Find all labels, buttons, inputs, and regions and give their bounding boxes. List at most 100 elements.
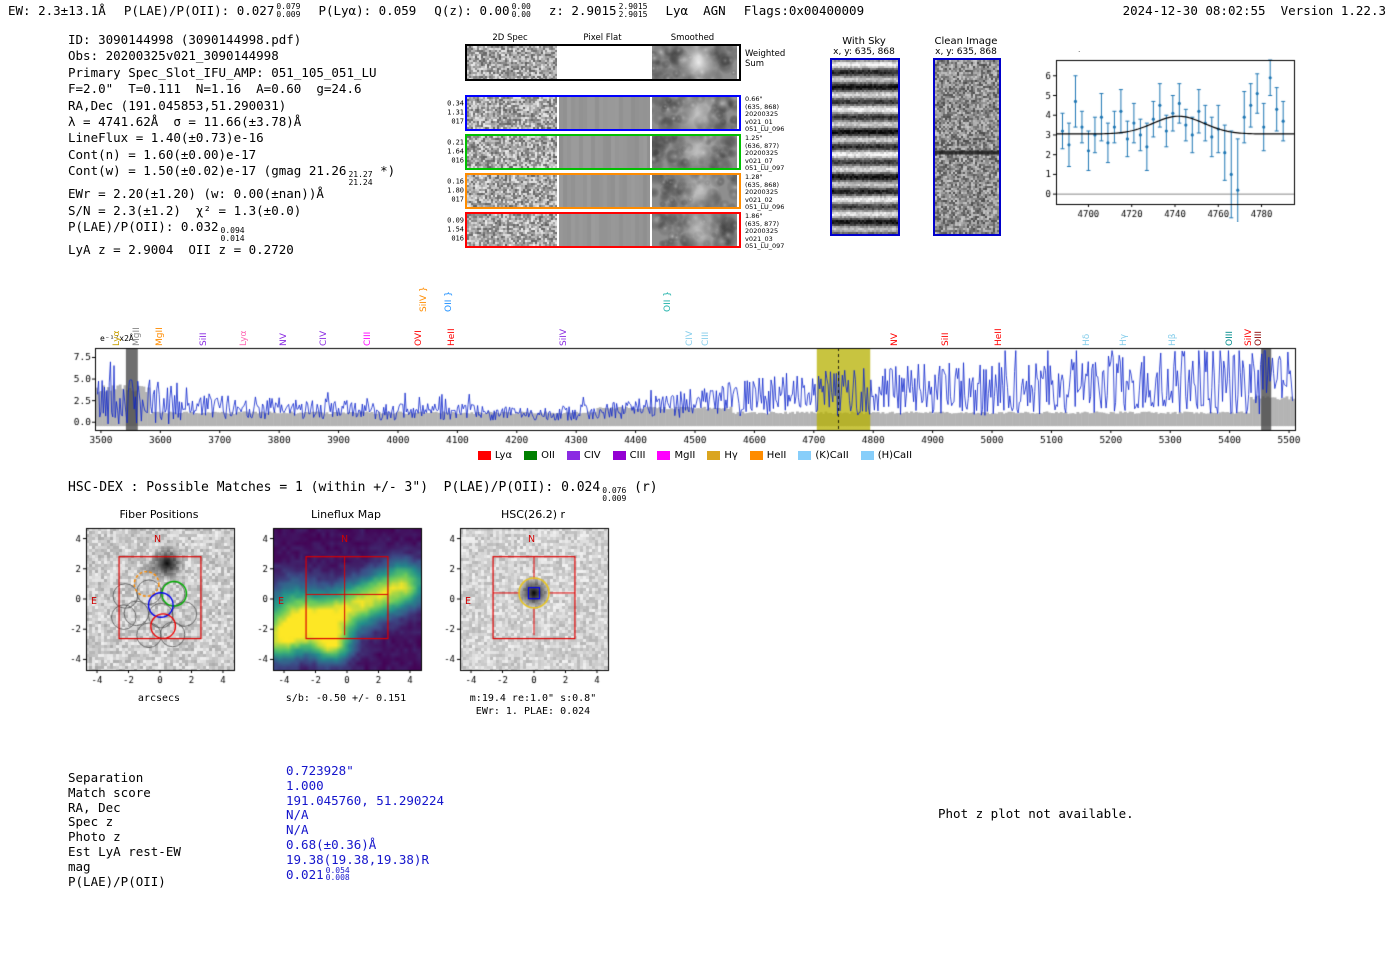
legend-item: (H)CaII — [860, 450, 913, 461]
legend-item: Lyα — [477, 450, 513, 461]
emission-line-label: SiIV } — [419, 286, 430, 312]
spec2d-smoothed-image — [652, 175, 737, 207]
photz-note: Phot z plot not available. — [938, 806, 1134, 821]
qz-value: Q(z): 0.00 — [434, 3, 510, 18]
legend-item: OII — [524, 450, 555, 461]
withsky-image — [830, 58, 900, 236]
emission-line-label: HeII — [446, 328, 457, 346]
legend-label: (H)CaII — [877, 450, 913, 461]
clean-coords: x, y: 635, 868 — [935, 47, 997, 57]
qz-range: 0.00 0.00 — [512, 3, 531, 18]
match-table: Separation 0.723928" Match score 1.000 RA, D… — [68, 763, 445, 889]
match-field-label: Match score — [68, 784, 151, 800]
plae-value: P(LAE)/P(OII): 0.027 — [123, 3, 275, 18]
info-cont-n: Cont(n) = 1.60(±0.00)e-17 — [68, 146, 257, 162]
info-lambda: λ = 4741.62Å σ = 11.66(±3.78)Å — [68, 114, 302, 130]
header-timestamp: 2024-12-30 08:02:55 Version 1.22.3 — [1122, 3, 1386, 18]
match-field-value: 191.045760, 51.290224 — [286, 792, 445, 808]
header-z: z: 2.9015 2.9015 2.9015 — [549, 3, 648, 18]
header-plya: P(Lyα): 0.059 — [318, 3, 416, 18]
emission-line-label: MgII — [155, 327, 166, 346]
info-redshifts: LyA z = 2.9004 OII z = 0.2720 — [68, 242, 294, 258]
hsc-dex-band: (r) — [626, 480, 658, 495]
spec2d-pixelflat-image — [559, 97, 650, 129]
header-plae: P(LAE)/P(OII): 0.027 0.079 0.009 — [124, 3, 301, 18]
col-header-pixelflat: Pixel Flat — [583, 33, 622, 43]
spec2d-row-meta: 1.28" (635, 868) 20200325 v021_02 051_LU_096 — [745, 173, 785, 211]
legend-swatch — [657, 451, 671, 460]
legend-label: OII — [541, 450, 555, 461]
info-params: F=2.0" T=0.111 N=1.16 A=0.60 g=24.6 — [68, 81, 362, 97]
withsky-coords: x, y: 635, 868 — [833, 47, 895, 57]
plae-lo: 0.009 — [276, 9, 301, 19]
compass-east: E — [278, 596, 285, 607]
spec2d-weighted-row: Weighted Sum — [465, 44, 785, 81]
match-field-value-range: 0.054 0.008 — [325, 865, 350, 883]
spec2d-row-weights: 0.34 1.31 017 — [447, 99, 464, 126]
legend-label: Lyα — [494, 450, 513, 461]
spec2d-2d-image — [467, 175, 557, 207]
info-obs: Obs: 20200325v021_3090144998 — [68, 48, 279, 64]
flags-value: Flags:0x00400009 — [743, 3, 865, 18]
legend-label: Hγ — [724, 450, 738, 461]
spec2d-2d-image — [467, 97, 557, 129]
info-sn: S/N = 2.3(±1.2) χ² = 1.3(±0.0) — [68, 202, 302, 218]
match-field-label: Photo z — [68, 829, 121, 845]
legend-label: CIV — [583, 450, 601, 461]
withsky-title: With Sky — [842, 36, 886, 47]
info-primary: Primary Spec_Slot_IFU_AMP: 051_105_051_L… — [68, 64, 377, 80]
cont-w-text: Cont(w) = 1.50(±0.02)e-17 (gmag 21.26 — [68, 163, 347, 179]
z-value: z: 2.9015 — [548, 3, 617, 18]
clean-title: Clean Image — [934, 36, 998, 47]
legend-swatch — [860, 451, 874, 460]
info-id: ID: 3090144998 (3090144998.pdf) — [68, 32, 302, 47]
compass-north: N — [528, 534, 536, 545]
spec2d-smoothed-image — [652, 214, 737, 246]
header-classification: Lyα AGN — [665, 3, 725, 18]
info-radec: RA,Dec (191.045853,51.290031) — [68, 97, 287, 113]
match-field-label: Est LyA rest-EW — [68, 843, 181, 859]
compass-east: E — [465, 596, 472, 607]
match-table-row: P(LAE)/P(OII) 0.021 0.054 0.008 — [68, 866, 444, 889]
emission-line-label: OIII — [1224, 330, 1235, 346]
emission-line-label: MgII — [131, 327, 142, 346]
emission-line-label: SiII — [199, 332, 210, 346]
match-field-value: 0.021 — [286, 866, 324, 882]
header-qz: Q(z): 0.00 0.00 0.00 — [434, 3, 531, 18]
spec2d-pixelflat-image — [559, 136, 650, 168]
legend-swatch — [707, 451, 721, 460]
emission-line-label: Lyα — [111, 330, 122, 346]
match-field-value: N/A — [286, 822, 309, 838]
legend-item: HeII — [749, 450, 786, 461]
spec2d-row: 0.09 1.54 016 1.86" (635, 877) 20200325 v021_0… — [447, 212, 784, 250]
legend-item: CIII — [612, 450, 645, 461]
z-range: 2.9015 2.9015 — [619, 3, 648, 18]
spec2d-smoothed-image — [652, 136, 737, 168]
emission-line-label: OII } — [444, 291, 455, 312]
legend-swatch — [566, 451, 580, 460]
legend-swatch — [524, 451, 538, 460]
lineflux-map-panel: Lineflux Map N E s/b: -0.50 +/- 0.151 — [245, 508, 435, 705]
info-plae-range: 0.094 0.014 — [221, 227, 245, 242]
emission-line-label: CIII — [700, 331, 711, 346]
fiber-positions-panel: Fiber Positions N E arcsecs — [58, 508, 248, 705]
emission-line-label: NV — [889, 333, 900, 346]
info-plae: P(LAE)/P(OII): 0.032 0.094 0.014 — [68, 219, 395, 242]
match-field-label: P(LAE)/P(OII) — [68, 873, 166, 889]
emission-line-label: Hγ — [1119, 333, 1130, 346]
info-ewr: EWr = 2.20(±1.20) (w: 0.00(±nan))Å — [68, 186, 324, 202]
emission-line-label: SiII — [940, 332, 951, 346]
match-field-label: RA, Dec — [68, 799, 121, 815]
legend-item: CIV — [566, 450, 601, 461]
spec2d-row: 0.34 1.31 017 0.66" (635, 868) 20200325 v021_0… — [447, 95, 784, 133]
emission-line-label: Lyα — [238, 330, 249, 346]
z-lo: 2.9015 — [618, 9, 648, 19]
spec2d-2d-image — [467, 136, 557, 168]
legend-item: (K)CaII — [798, 450, 849, 461]
header-ew: EW: 2.3±13.1Å — [8, 3, 106, 18]
spec2d-row-weights: 0.09 1.54 016 — [447, 216, 464, 243]
spec2d-row-meta: 1.25" (636, 877) 20200325 v021_07 051_LU_097 — [745, 134, 785, 172]
spec2d-row: 0.21 1.64 016 1.25" (636, 877) 20200325 v021_0… — [447, 134, 784, 172]
match-field-value: 19.38(19.38,19.38)R — [286, 851, 429, 867]
match-field-value: N/A — [286, 807, 309, 823]
